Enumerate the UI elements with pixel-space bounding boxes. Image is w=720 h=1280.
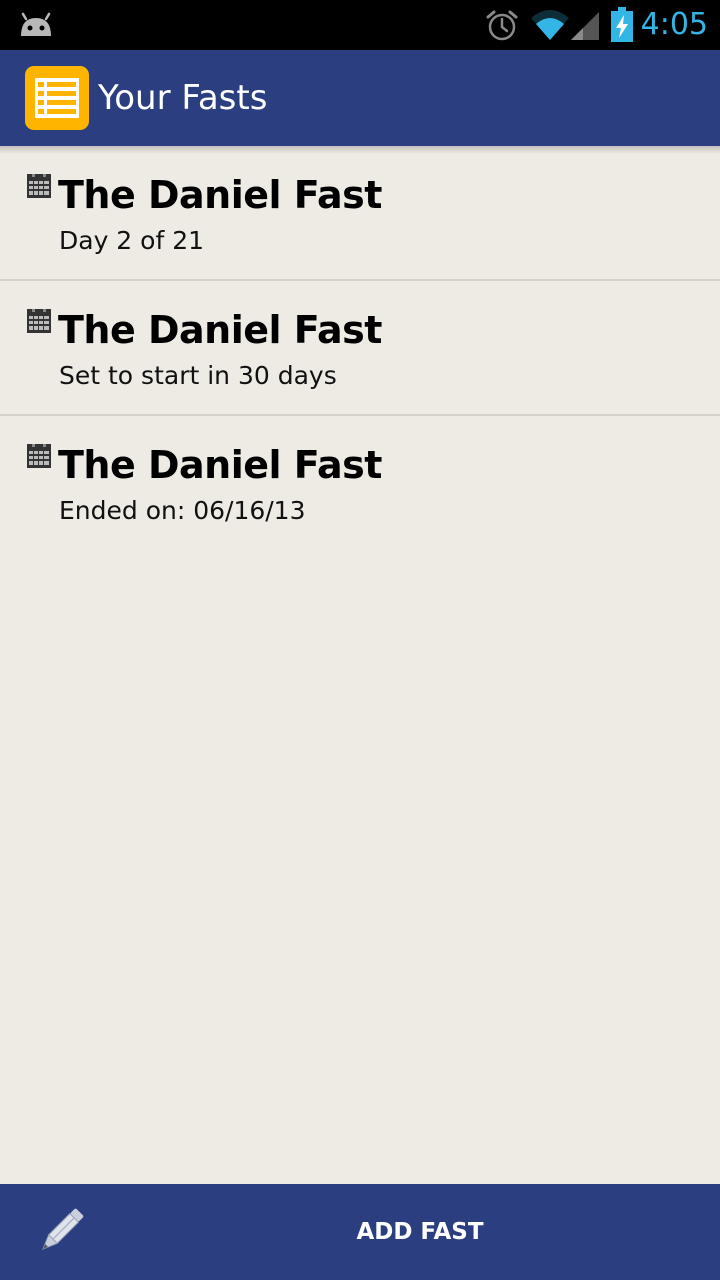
status-bar: 4:05 (0, 0, 720, 50)
list-icon[interactable] (25, 66, 89, 134)
fast-status: Set to start in 30 days (59, 361, 337, 390)
page-title: Your Fasts (98, 78, 268, 118)
fast-name: The Daniel Fast (58, 173, 382, 217)
fast-status: Ended on: 06/16/13 (59, 496, 306, 525)
status-clock: 4:05 (640, 7, 708, 42)
alarm-icon (485, 9, 519, 47)
add-fast-button[interactable]: ADD FAST (0, 1184, 720, 1280)
signal-icon (569, 10, 601, 46)
list-item[interactable]: The Daniel Fast Day 2 of 21 (0, 146, 720, 281)
fast-status: Day 2 of 21 (59, 226, 205, 255)
pencil-icon (30, 1202, 90, 1266)
calendar-icon (27, 444, 51, 472)
list-item[interactable]: The Daniel Fast Set to start in 30 days (0, 281, 720, 416)
calendar-icon (27, 309, 51, 337)
fast-name: The Daniel Fast (58, 443, 382, 487)
calendar-icon (27, 174, 51, 202)
action-bar: Your Fasts (0, 50, 720, 146)
battery-charging-icon (610, 7, 634, 47)
wifi-icon (530, 8, 570, 46)
add-fast-label: ADD FAST (356, 1219, 484, 1245)
android-debug-icon (18, 12, 54, 42)
fast-name: The Daniel Fast (58, 308, 382, 352)
list-item[interactable]: The Daniel Fast Ended on: 06/16/13 (0, 416, 720, 549)
fast-list: The Daniel Fast Day 2 of 21 The Daniel F… (0, 146, 720, 549)
